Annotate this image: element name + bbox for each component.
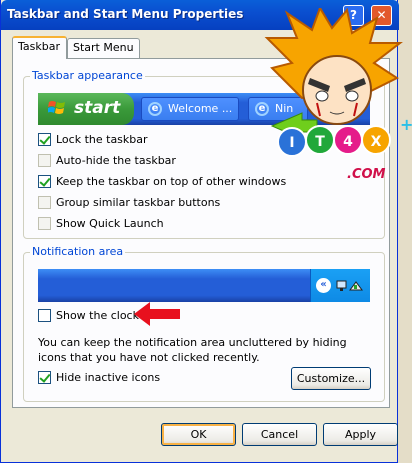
internet-explorer-icon: e <box>148 102 162 116</box>
group-similar-checkbox[interactable]: Group similar taskbar buttons <box>38 196 220 209</box>
svg-text:+: + <box>400 115 412 134</box>
window-title: Taskbar and Start Menu Properties <box>7 7 244 21</box>
checkbox-label: Show the clock <box>56 309 139 322</box>
taskbar-button-label: Welcome ... <box>168 102 233 115</box>
checkbox-box[interactable] <box>38 196 51 209</box>
start-label: start <box>74 98 121 118</box>
customize-button[interactable]: Customize... <box>291 367 371 390</box>
svg-text:X: X <box>371 134 382 150</box>
quick-launch-checkbox[interactable]: Show Quick Launch <box>38 217 164 230</box>
checkbox-label: Hide inactive icons <box>56 371 161 384</box>
svg-text:.COM: .COM <box>347 167 386 182</box>
checkbox-box[interactable] <box>38 309 51 322</box>
notification-description: You can keep the notification area unclu… <box>38 336 347 364</box>
keep-on-top-checkbox[interactable]: Keep the taskbar on top of other windows <box>38 175 286 188</box>
mascot-logo-watermark: I T 4 X + .COM <box>264 8 412 182</box>
checkbox-label: Auto-hide the taskbar <box>56 154 176 167</box>
notification-preview: « <box>38 269 370 302</box>
tray-icons <box>336 279 364 292</box>
notification-area-legend: Notification area <box>30 245 126 258</box>
start-button-preview: start <box>38 93 134 125</box>
hide-inactive-checkbox[interactable]: Hide inactive icons <box>38 371 160 384</box>
checkbox-label: Lock the taskbar <box>56 133 148 146</box>
lock-taskbar-checkbox[interactable]: Lock the taskbar <box>38 133 148 146</box>
checkbox-label: Keep the taskbar on top of other windows <box>56 175 287 188</box>
auto-hide-checkbox[interactable]: Auto-hide the taskbar <box>38 154 176 167</box>
mascot-character-icon <box>264 8 403 125</box>
windows-logo-icon <box>48 101 65 114</box>
tab-taskbar[interactable]: Taskbar <box>12 36 67 59</box>
checkbox-box[interactable] <box>38 175 51 188</box>
ok-button[interactable]: OK <box>161 423 236 446</box>
show-clock-checkbox[interactable]: Show the clock <box>38 309 139 322</box>
notification-area-group: Notification area « Show the clock You c… <box>23 245 385 402</box>
checkbox-box[interactable] <box>38 154 51 167</box>
network-icon <box>336 280 363 291</box>
checkbox-box[interactable] <box>38 217 51 230</box>
checkbox-label: Show Quick Launch <box>56 217 164 230</box>
checkbox-box[interactable] <box>38 371 51 384</box>
taskbar-appearance-legend: Taskbar appearance <box>30 69 145 82</box>
checkbox-box[interactable] <box>38 133 51 146</box>
red-arrow-annotation <box>134 302 180 326</box>
chevron-left-icon: « <box>316 278 331 293</box>
svg-text:I: I <box>289 135 294 151</box>
apply-button[interactable]: Apply <box>323 423 398 446</box>
svg-text:T: T <box>315 134 325 150</box>
svg-text:4: 4 <box>343 134 353 150</box>
taskbar-button-welcome: e Welcome ... <box>141 97 239 121</box>
tab-start-menu[interactable]: Start Menu <box>67 38 140 58</box>
cancel-button[interactable]: Cancel <box>242 423 317 446</box>
system-tray-preview: « <box>310 269 370 302</box>
checkbox-label: Group similar taskbar buttons <box>56 196 221 209</box>
